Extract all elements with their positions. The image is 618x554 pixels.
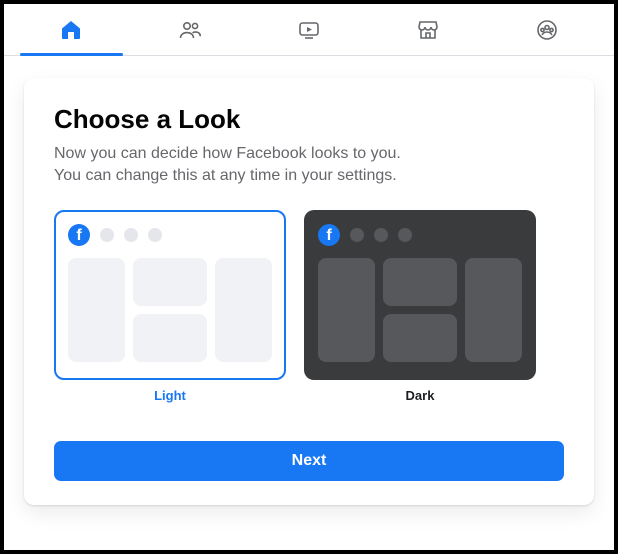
light-preview: f — [54, 210, 286, 380]
subtitle-line-2: You can change this at any time in your … — [54, 167, 397, 184]
nav-watch[interactable] — [250, 4, 369, 55]
preview-block — [383, 258, 457, 306]
preview-dot — [398, 228, 412, 242]
theme-label-light: Light — [154, 388, 186, 403]
subtitle-line-1: Now you can decide how Facebook looks to… — [54, 145, 401, 162]
nav-groups[interactable] — [487, 4, 606, 55]
home-icon — [59, 18, 83, 42]
groups-icon — [535, 18, 559, 42]
friends-icon — [178, 18, 202, 42]
preview-block — [465, 258, 522, 362]
nav-home[interactable] — [12, 4, 131, 55]
watch-icon — [297, 18, 321, 42]
preview-dot — [374, 228, 388, 242]
nav-friends[interactable] — [131, 4, 250, 55]
page-body: Choose a Look Now you can decide how Fac… — [4, 56, 614, 525]
next-button[interactable]: Next — [54, 441, 564, 481]
top-nav — [4, 4, 614, 56]
preview-block — [383, 314, 457, 362]
facebook-logo-icon: f — [318, 224, 340, 246]
preview-dot — [350, 228, 364, 242]
appearance-card: Choose a Look Now you can decide how Fac… — [24, 78, 594, 505]
preview-block — [318, 258, 375, 362]
preview-block — [68, 258, 125, 362]
theme-label-dark: Dark — [406, 388, 435, 403]
dark-preview: f — [304, 210, 536, 380]
dialog-title: Choose a Look — [54, 104, 564, 135]
preview-block — [133, 258, 207, 306]
preview-dot — [148, 228, 162, 242]
theme-options: f Light f — [54, 210, 564, 403]
facebook-logo-icon: f — [68, 224, 90, 246]
theme-option-light[interactable]: f Light — [54, 210, 286, 403]
preview-block — [133, 314, 207, 362]
theme-option-dark[interactable]: f Dark — [304, 210, 536, 403]
preview-block — [215, 258, 272, 362]
marketplace-icon — [416, 18, 440, 42]
dialog-subtitle: Now you can decide how Facebook looks to… — [54, 143, 564, 186]
nav-marketplace[interactable] — [368, 4, 487, 55]
preview-dot — [100, 228, 114, 242]
preview-dot — [124, 228, 138, 242]
